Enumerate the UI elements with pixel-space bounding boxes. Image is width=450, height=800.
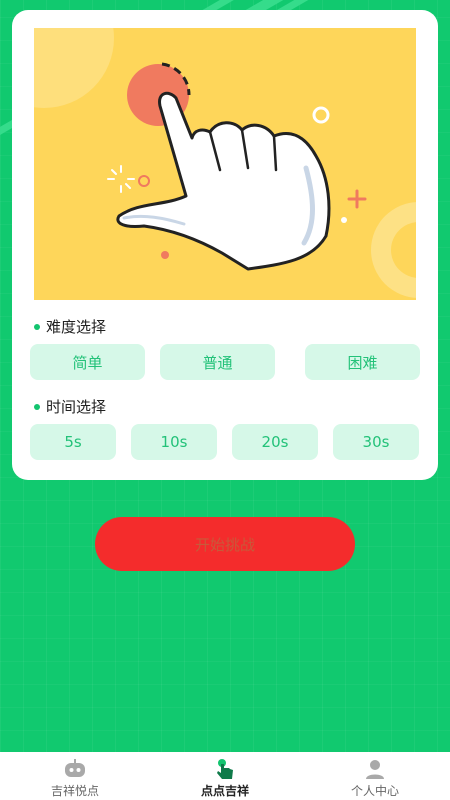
- difficulty-option-hard[interactable]: 困难: [305, 344, 420, 380]
- time-title-text: 时间选择: [46, 398, 107, 416]
- tab-diandian-jixiang[interactable]: 点点吉祥: [150, 752, 300, 800]
- tab-label: 吉祥悦点: [50, 784, 99, 798]
- tap-hand-icon: [217, 759, 233, 779]
- tab-jixiang-yuedian[interactable]: 吉祥悦点: [0, 752, 150, 800]
- bottom-tab-bar: 吉祥悦点 点点吉祥 个人中心: [0, 752, 450, 800]
- difficulty-option-easy[interactable]: 简单: [30, 344, 145, 380]
- time-option-5s[interactable]: 5s: [30, 424, 116, 460]
- tab-label: 点点吉祥: [200, 784, 249, 798]
- time-option-20s[interactable]: 20s: [232, 424, 318, 460]
- hero-illustration: [34, 28, 416, 300]
- tab-personal-center[interactable]: 个人中心: [300, 752, 450, 800]
- difficulty-section-title: 难度选择: [34, 316, 106, 337]
- start-challenge-button[interactable]: 开始挑战: [95, 517, 355, 571]
- difficulty-option-normal[interactable]: 普通: [160, 344, 275, 380]
- person-icon: [366, 760, 384, 779]
- time-option-30s[interactable]: 30s: [333, 424, 419, 460]
- bullet-dot: [34, 403, 40, 410]
- time-option-10s[interactable]: 10s: [131, 424, 217, 460]
- bullet-dot: [34, 323, 40, 330]
- game-settings-card: 难度选择 简单 普通 困难 时间选择 5s 10s 20s 30s: [12, 10, 438, 480]
- robot-face-icon: [65, 759, 85, 777]
- difficulty-title-text: 难度选择: [46, 318, 107, 336]
- time-section-title: 时间选择: [34, 396, 106, 417]
- tab-label: 个人中心: [350, 784, 399, 798]
